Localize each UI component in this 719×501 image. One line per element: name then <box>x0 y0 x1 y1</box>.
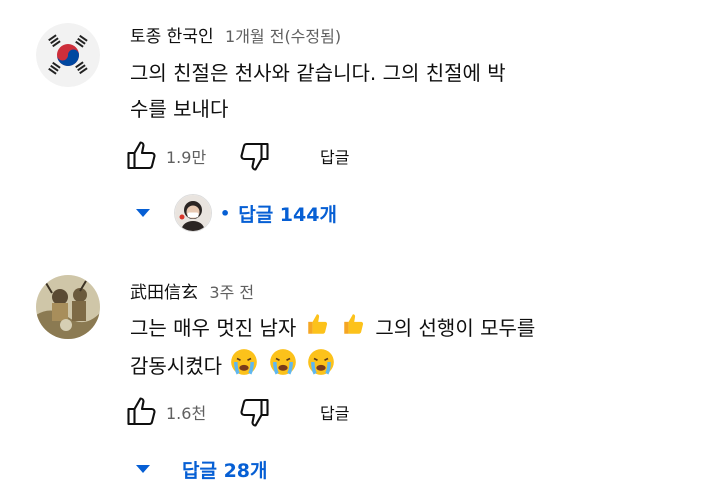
dislike-button[interactable] <box>236 138 272 174</box>
caret-down-icon <box>136 465 150 473</box>
comment-text-line: 수를 보내다 <box>130 97 229 121</box>
thumbs-up-emoji-icon <box>341 311 367 348</box>
like-button[interactable] <box>124 138 160 174</box>
comment-header: 武田信玄 3주 전 <box>130 278 254 303</box>
avatar[interactable] <box>36 275 100 339</box>
comment-author[interactable]: 武田信玄 <box>130 283 198 303</box>
reply-button[interactable]: 답글 <box>320 400 349 424</box>
comment-text: 그의 친절은 천사와 같습니다. 그의 친절에 박 수를 보내다 <box>130 55 650 127</box>
thumbs-up-icon <box>127 397 156 426</box>
separator-dot: • <box>220 203 231 223</box>
like-count: 1.9만 <box>166 148 207 167</box>
crying-face-emoji-icon <box>230 348 258 387</box>
comment-text-line: 감동시켰다 <box>130 348 650 387</box>
like-count: 1.6천 <box>166 404 207 423</box>
comment-actions: 1.9만 답글 <box>124 136 349 176</box>
comment-text-segment: 감동시켰다 <box>130 354 222 378</box>
reply-button[interactable]: 답글 <box>320 144 349 168</box>
thumbs-up-icon <box>127 141 156 170</box>
crying-face-emoji-icon <box>307 348 335 387</box>
comment-timestamp[interactable]: 1개월 전(수정됨) <box>225 27 341 46</box>
painting-avatar-icon <box>36 275 100 339</box>
comment-text-line: 그의 친절은 천사와 같습니다. 그의 친절에 박 <box>130 61 506 85</box>
crying-face-emoji-icon <box>269 348 297 387</box>
thumbs-down-icon <box>240 398 269 427</box>
thumbs-up-emoji-icon <box>305 311 331 348</box>
comment-header: 토종 한국인 1개월 전(수정됨) <box>130 22 341 47</box>
comment-timestamp[interactable]: 3주 전 <box>209 283 254 302</box>
dislike-button[interactable] <box>236 394 272 430</box>
avatar[interactable] <box>36 23 100 87</box>
creator-avatar <box>174 194 212 232</box>
caret-down-icon <box>136 209 150 217</box>
comment-text-line: 그는 매우 멋진 남자 그의 선행이 모두를 <box>130 310 650 348</box>
like-button[interactable] <box>124 394 160 430</box>
comment-author[interactable]: 토종 한국인 <box>130 27 214 47</box>
view-replies-button[interactable]: 답글 28개 <box>130 449 268 489</box>
comment-text: 그는 매우 멋진 남자 그의 선행이 모두를 감동시켰다 <box>130 310 650 387</box>
korean-flag-avatar-icon <box>36 23 100 87</box>
replies-count: 답글 144개 <box>238 203 337 226</box>
comment-text-segment: 그의 선행이 모두를 <box>375 316 536 340</box>
person-avatar-icon <box>175 195 211 231</box>
thumbs-down-icon <box>240 142 269 171</box>
comment-text-segment: 그는 매우 멋진 남자 <box>130 316 297 340</box>
comment-actions: 1.6천 답글 <box>124 392 349 432</box>
view-replies-button[interactable]: • 답글 144개 <box>130 193 337 233</box>
replies-count: 답글 28개 <box>182 459 268 482</box>
